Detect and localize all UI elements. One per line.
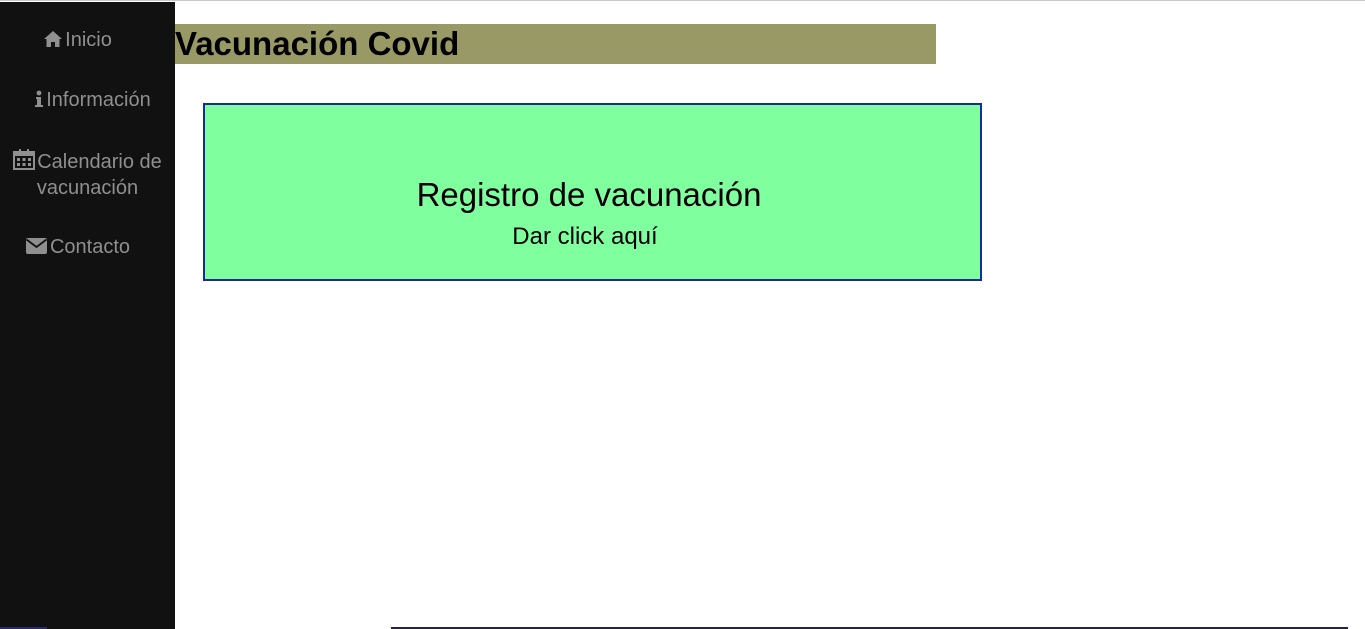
sidebar-item-calendario[interactable]: Calendario de vacunación: [0, 148, 175, 201]
sidebar: Inicio Información Calendario de vacunac…: [0, 2, 175, 629]
sidebar-item-label: Inicio: [65, 29, 112, 51]
registration-link[interactable]: Dar click aquí: [205, 223, 965, 251]
top-border-line: [0, 0, 1365, 1]
page-title: Vacunación Covid: [175, 25, 460, 62]
sidebar-item-contacto[interactable]: Contacto: [0, 234, 165, 260]
sidebar-item-label: Contacto: [49, 236, 131, 258]
registration-card[interactable]: Registro de vacunación Dar click aquí: [203, 103, 982, 281]
envelope-icon: [25, 237, 48, 255]
sidebar-item-label: Información: [46, 89, 151, 111]
sidebar-item-inicio[interactable]: Inicio: [0, 27, 165, 53]
calendar-icon: [13, 148, 36, 170]
header-bar: Vacunación Covid: [175, 24, 936, 64]
info-icon: [34, 90, 44, 108]
registration-title: Registro de vacunación: [416, 176, 762, 213]
sidebar-item-label: Calendario de vacunación: [36, 151, 162, 199]
sidebar-item-informacion[interactable]: Información: [5, 87, 180, 113]
home-icon: [43, 30, 63, 48]
